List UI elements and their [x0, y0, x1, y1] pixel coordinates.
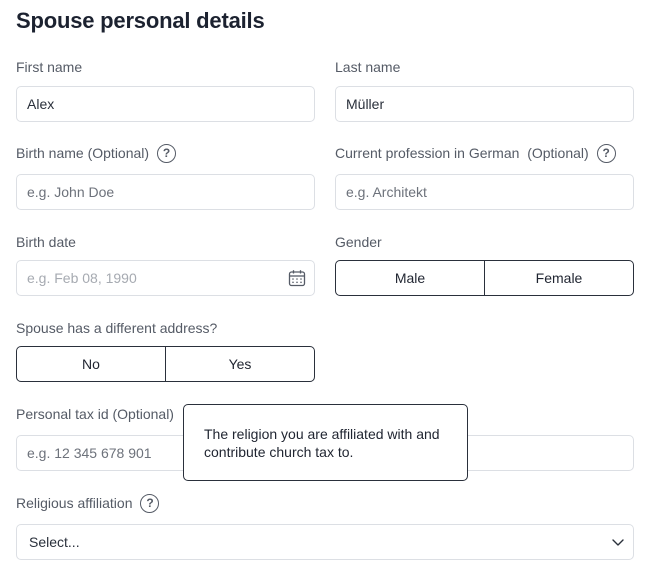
religion-tooltip: The religion you are affiliated with and… [183, 404, 468, 481]
tax-id-label: Personal tax id (Optional) [16, 404, 174, 424]
different-address-label-text: Spouse has a different address? [16, 320, 218, 336]
gender-toggle: Male Female [335, 260, 634, 296]
calendar-icon[interactable] [288, 269, 306, 287]
tax-id-label-text: Personal tax id (Optional) [16, 406, 174, 422]
gender-option-female[interactable]: Female [484, 261, 633, 295]
birth-name-field[interactable]: e.g. John Doe [16, 174, 315, 210]
gender-option-male[interactable]: Male [336, 261, 484, 295]
profession-label-text: Current profession in German (Optional) [335, 145, 589, 161]
birth-name-label-text: Birth name (Optional) [16, 145, 150, 161]
last-name-field[interactable]: Müller [335, 86, 634, 122]
religion-select[interactable]: Select... [16, 524, 634, 560]
birth-name-label: Birth name (Optional) ? [16, 143, 177, 163]
address-option-yes[interactable]: Yes [165, 347, 314, 381]
help-icon[interactable]: ? [157, 143, 177, 163]
religion-label-text: Religious affiliation [16, 495, 133, 511]
profession-label: Current profession in German (Optional) … [335, 143, 616, 163]
help-icon[interactable]: ? [140, 493, 160, 513]
first-name-label: First name [16, 57, 82, 77]
gender-label-text: Gender [335, 234, 382, 250]
last-name-label-text: Last name [335, 59, 401, 75]
birth-date-label-text: Birth date [16, 234, 76, 250]
first-name-field[interactable]: Alex [16, 86, 315, 122]
birth-date-field[interactable]: e.g. Feb 08, 1990 [16, 260, 315, 296]
gender-label: Gender [335, 232, 382, 252]
page-title: Spouse personal details [16, 8, 265, 33]
address-option-no[interactable]: No [17, 347, 165, 381]
birth-date-label: Birth date [16, 232, 76, 252]
religion-label: Religious affiliation ? [16, 493, 160, 513]
chevron-down-icon [612, 539, 624, 546]
profession-field[interactable]: e.g. Architekt [335, 174, 634, 210]
birth-date-placeholder: e.g. Feb 08, 1990 [27, 270, 137, 286]
religion-select-value: Select... [29, 534, 80, 550]
first-name-label-text: First name [16, 59, 83, 75]
different-address-toggle: No Yes [16, 346, 315, 382]
different-address-label: Spouse has a different address? [16, 318, 217, 338]
last-name-label: Last name [335, 57, 400, 77]
help-icon[interactable]: ? [596, 143, 616, 163]
